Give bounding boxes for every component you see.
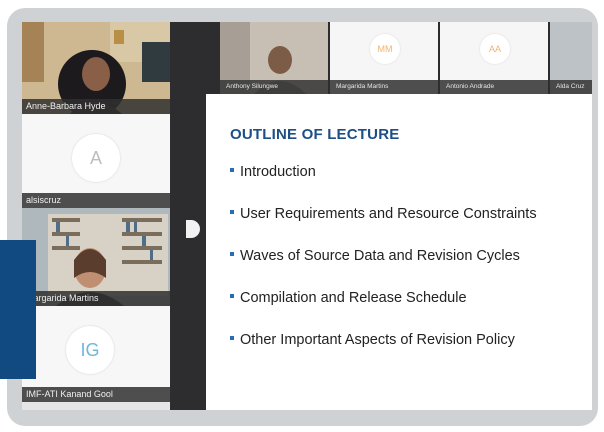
participant-tile[interactable]: AA Antonio Andrade: [440, 22, 548, 94]
avatar: AA: [480, 34, 510, 64]
bullet-marker-icon: [230, 210, 234, 215]
participant-name: Margarida Martins: [22, 291, 170, 306]
participant-name: Alda Cruz: [550, 80, 592, 94]
participant-tile[interactable]: Anthony Silungwe: [220, 22, 328, 94]
participant-name: Anthony Silungwe: [220, 80, 328, 94]
participant-name: Margarida Martins: [330, 80, 438, 94]
bullet-text: Waves of Source Data and Revision Cycles: [240, 248, 520, 264]
participant-tile[interactable]: Anne-Barbara Hyde: [22, 22, 170, 114]
participant-panel-left: Anne-Barbara Hyde A alsiscruz Margarida …: [22, 22, 170, 410]
avatar: IG: [66, 326, 114, 374]
meeting-window: Anne-Barbara Hyde A alsiscruz Margarida …: [22, 22, 592, 410]
avatar: MM: [370, 34, 400, 64]
bullet-marker-icon: [230, 252, 234, 257]
participant-tile[interactable]: MM Margarida Martins: [330, 22, 438, 94]
participant-tile[interactable]: Margarida Martins: [22, 208, 170, 306]
participant-tile[interactable]: A alsiscruz: [22, 114, 170, 208]
slide-bullet-list: Introduction User Requirements and Resou…: [230, 164, 537, 374]
panel-collapse-handle[interactable]: [186, 220, 200, 238]
bullet-text: Other Important Aspects of Revision Poli…: [240, 332, 515, 348]
bullet-text: Compilation and Release Schedule: [240, 290, 467, 306]
slide-bullet: User Requirements and Resource Constrain…: [230, 206, 537, 248]
decorative-overlay-block: [0, 240, 36, 379]
participant-name: Anne-Barbara Hyde: [22, 99, 170, 114]
slide-title: OUTLINE OF LECTURE: [230, 126, 400, 143]
slide-bullet: Compilation and Release Schedule: [230, 290, 537, 332]
bullet-text: Introduction: [240, 164, 316, 180]
bullet-marker-icon: [230, 336, 234, 341]
slide-bullet: Waves of Source Data and Revision Cycles: [230, 248, 537, 290]
slide-bullet: Introduction: [230, 164, 537, 206]
participant-tile[interactable]: Alda Cruz: [550, 22, 592, 94]
participant-name: IMF-ATI Kanand Gool: [22, 387, 170, 402]
participant-name: alsiscruz: [22, 193, 170, 208]
bullet-marker-icon: [230, 294, 234, 299]
participant-name: Antonio Andrade: [440, 80, 548, 94]
shared-slide: OUTLINE OF LECTURE Introduction User Req…: [206, 94, 592, 410]
participant-strip-top: Anthony Silungwe MM Margarida Martins AA…: [220, 22, 592, 94]
bullet-marker-icon: [230, 168, 234, 173]
participant-tile[interactable]: IG IMF-ATI Kanand Gool: [22, 306, 170, 402]
bullet-text: User Requirements and Resource Constrain…: [240, 206, 537, 222]
avatar: A: [72, 134, 120, 182]
slide-bullet: Other Important Aspects of Revision Poli…: [230, 332, 537, 374]
